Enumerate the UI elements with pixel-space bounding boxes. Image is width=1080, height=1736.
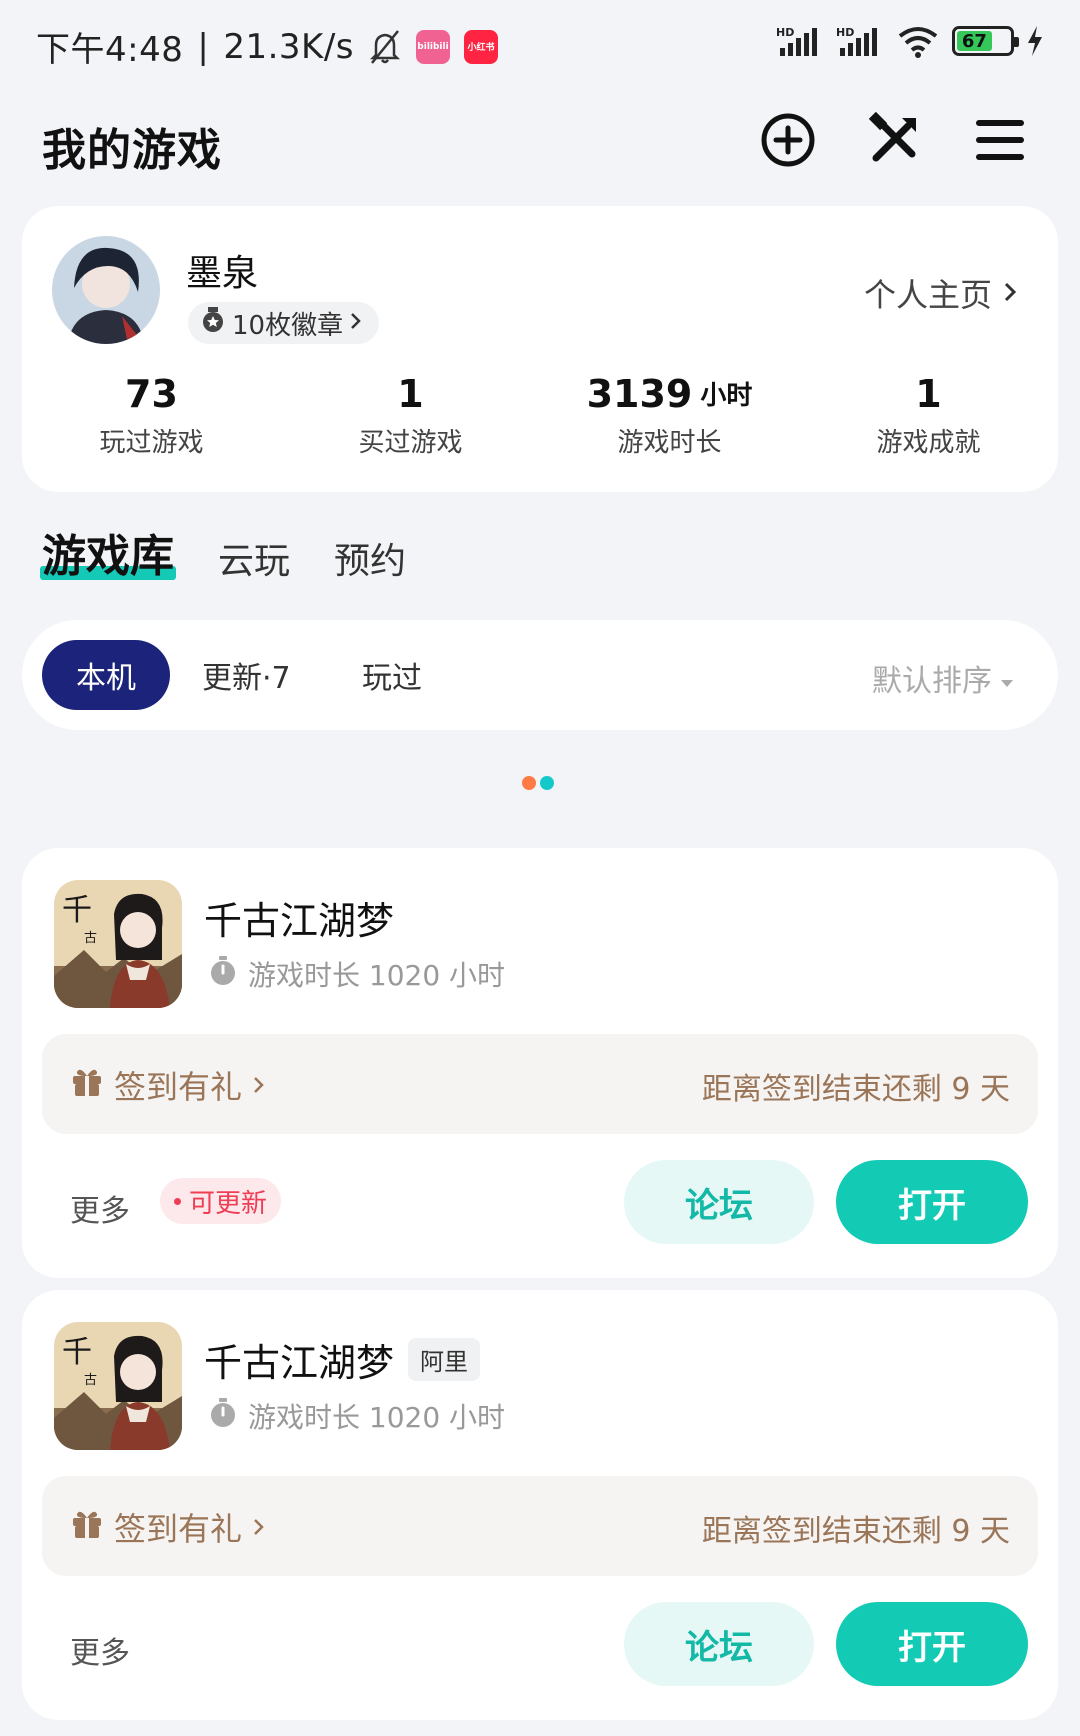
badges-count: 10枚徽章 — [232, 310, 344, 341]
avatar[interactable] — [52, 236, 160, 344]
stopwatch-icon — [208, 955, 238, 994]
game-card: 千 古 千古江湖梦 阿里 游戏时长 1020 小时 签到有礼 距离签到结束还剩 … — [22, 1290, 1058, 1720]
tab-game-library[interactable]: 游戏库 — [40, 520, 176, 584]
vendor-tag: 阿里 — [408, 1338, 481, 1381]
svg-text:古: 古 — [84, 931, 97, 946]
game-card: 千 古 千古江湖梦 游戏时长 1020 小时 签到有礼 距离签到结束还剩 9 天… — [22, 848, 1058, 1278]
filter-played[interactable]: 玩过 — [362, 640, 422, 710]
add-circle-icon — [760, 112, 816, 172]
chevron-right-icon — [1002, 274, 1018, 312]
open-button[interactable]: 打开 — [836, 1160, 1028, 1244]
menu-icon — [974, 116, 1026, 168]
status-separator: | — [197, 26, 210, 67]
user-name: 墨泉 — [186, 253, 259, 294]
svg-text:千: 千 — [62, 1335, 92, 1370]
more-button[interactable]: 更多 — [70, 1628, 130, 1672]
filter-updates[interactable]: 更新·7 — [202, 640, 291, 710]
battery-level: 67 — [957, 31, 992, 52]
game-icon[interactable]: 千 古 — [54, 880, 182, 1008]
filter-local[interactable]: 本机 — [42, 640, 170, 710]
stat-label: 玩过游戏 — [99, 428, 204, 458]
game-title-row: 千古江湖梦 阿里 — [204, 1332, 481, 1387]
gift-icon — [70, 1506, 104, 1548]
battery-icon: 67 — [952, 26, 1019, 56]
stat-value: 3139 — [586, 372, 693, 416]
play-time-text: 游戏时长 1020 小时 — [248, 959, 506, 992]
xiaohongshu-app-icon: 小红书 — [464, 29, 498, 64]
hd-signal-icon: HD — [836, 24, 884, 58]
chevron-right-icon — [252, 1066, 266, 1104]
svg-text:HD: HD — [836, 26, 854, 39]
checkin-label: 签到有礼 — [114, 1068, 243, 1106]
medal-icon — [200, 306, 226, 341]
game-title-row: 千古江湖梦 — [204, 890, 394, 945]
update-dot — [174, 1197, 181, 1205]
charging-icon — [1026, 24, 1044, 58]
filter-bar: 本机 更新·7 玩过 默认排序 — [22, 620, 1058, 730]
stat-label: 游戏时长 — [617, 428, 722, 458]
tools-icon — [866, 111, 922, 172]
status-bar: 下午4:48 | 21.3K/s bilibili 小红书 HD HD 67 — [0, 0, 1080, 92]
stat-played-games[interactable]: 73 玩过游戏 — [22, 366, 281, 459]
forum-button[interactable]: 论坛 — [624, 1160, 814, 1244]
profile-card: 墨泉 10枚徽章 个人主页 73 玩过游戏 1 买过游戏 3139 小时 游戏时长… — [22, 206, 1058, 492]
game-name[interactable]: 千古江湖梦 — [204, 890, 394, 945]
stat-achievements[interactable]: 1 游戏成就 — [799, 366, 1058, 459]
checkin-label: 签到有礼 — [114, 1510, 243, 1548]
badges-link[interactable]: 10枚徽章 — [188, 302, 380, 344]
checkin-bar[interactable]: 签到有礼 距离签到结束还剩 9 天 — [42, 1476, 1038, 1576]
sort-label: 默认排序 — [872, 664, 992, 699]
play-time: 游戏时长 1020 小时 — [208, 954, 505, 994]
tab-cloud-play[interactable]: 云玩 — [218, 532, 290, 584]
page-title: 我的游戏 — [42, 125, 222, 176]
menu-button[interactable] — [968, 110, 1032, 174]
game-icon[interactable]: 千 古 — [54, 1322, 182, 1450]
library-tabs: 游戏库 云玩 预约 — [40, 524, 406, 584]
network-speed: 21.3K/s — [223, 26, 354, 67]
play-time: 游戏时长 1020 小时 — [208, 1396, 505, 1436]
stat-value: 1 — [397, 372, 424, 416]
stopwatch-icon — [208, 1397, 238, 1436]
svg-text:千: 千 — [62, 893, 92, 928]
status-time: 下午4:48 — [36, 30, 184, 70]
bell-off-icon — [368, 29, 402, 65]
tab-reservations[interactable]: 预约 — [334, 532, 406, 584]
stat-bought-games[interactable]: 1 买过游戏 — [281, 366, 540, 459]
game-name[interactable]: 千古江湖梦 — [204, 1332, 394, 1387]
loading-dot — [522, 776, 536, 790]
loading-dot — [540, 776, 554, 790]
loading-indicator — [522, 776, 554, 790]
forum-button[interactable]: 论坛 — [624, 1602, 814, 1686]
stat-label: 买过游戏 — [358, 428, 463, 458]
stat-play-time[interactable]: 3139 小时 游戏时长 — [540, 366, 799, 459]
checkin-bar[interactable]: 签到有礼 距离签到结束还剩 9 天 — [42, 1034, 1038, 1134]
app-header: 我的游戏 — [0, 92, 1080, 192]
tools-button[interactable] — [862, 110, 926, 174]
gift-icon — [70, 1064, 104, 1106]
svg-text:古: 古 — [84, 1373, 97, 1388]
svg-text:HD: HD — [776, 26, 794, 39]
update-label: 可更新 — [189, 1188, 268, 1219]
stat-unit: 小时 — [700, 381, 753, 411]
stats-row: 73 玩过游戏 1 买过游戏 3139 小时 游戏时长 1 游戏成就 — [22, 366, 1058, 459]
update-badge[interactable]: 可更新 — [160, 1178, 282, 1224]
chevron-right-icon — [349, 308, 363, 338]
stat-value: 73 — [125, 372, 178, 416]
stat-label: 游戏成就 — [876, 428, 981, 458]
wifi-icon — [896, 24, 940, 58]
chevron-right-icon — [252, 1508, 266, 1546]
add-game-button[interactable] — [756, 110, 820, 174]
sort-dropdown[interactable]: 默认排序 — [872, 656, 1014, 700]
open-button[interactable]: 打开 — [836, 1602, 1028, 1686]
stat-value: 1 — [915, 372, 942, 416]
caret-down-icon — [1000, 661, 1014, 696]
home-link-label: 个人主页 — [863, 276, 992, 314]
checkin-remaining: 距离签到结束还剩 9 天 — [701, 1072, 1010, 1107]
checkin-remaining: 距离签到结束还剩 9 天 — [701, 1514, 1010, 1549]
bilibili-app-icon: bilibili — [416, 29, 450, 64]
more-button[interactable]: 更多 — [70, 1186, 130, 1230]
personal-homepage-link[interactable]: 个人主页 — [864, 270, 1018, 316]
play-time-text: 游戏时长 1020 小时 — [248, 1401, 506, 1434]
hd-signal-icon: HD — [776, 24, 824, 58]
